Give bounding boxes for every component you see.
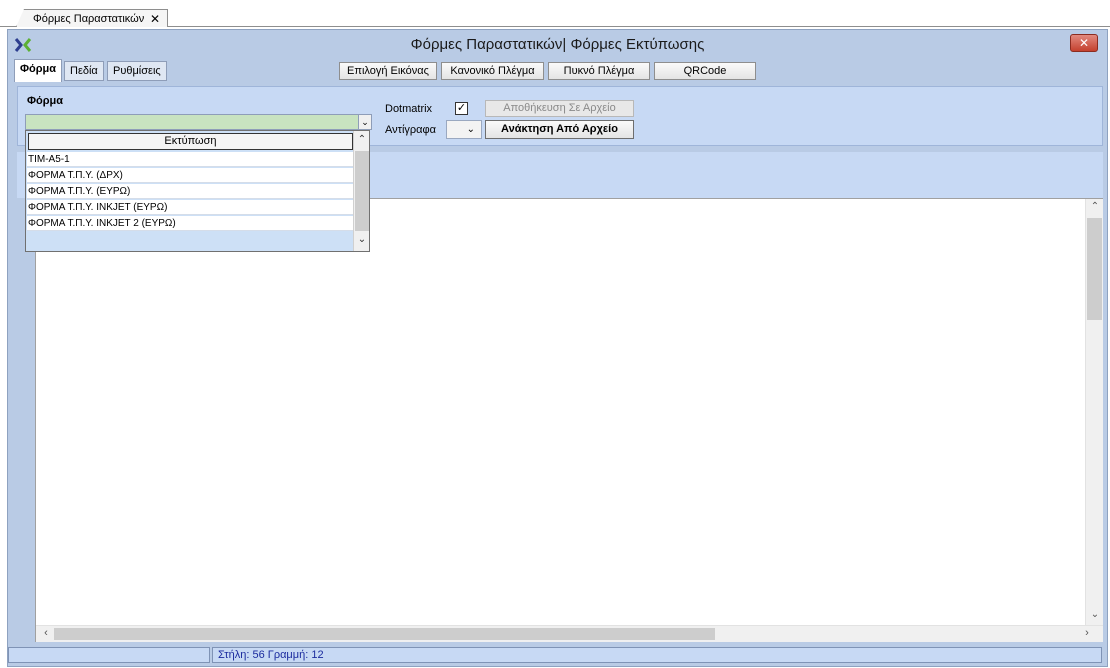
vertical-scroll-thumb[interactable] — [1087, 218, 1102, 320]
dropdown-scroll-thumb[interactable] — [355, 151, 369, 231]
window-title: Φόρμες Παραστατικών| Φόρμες Εκτύπωσης — [410, 36, 705, 53]
vertical-scrollbar[interactable]: ⌃ ⌄ — [1085, 199, 1103, 625]
scroll-up-icon[interactable]: ⌃ — [354, 134, 370, 145]
scroll-up-icon[interactable]: ⌃ — [1086, 201, 1104, 215]
chevron-down-icon[interactable]: ⌄ — [358, 114, 372, 130]
dotmatrix-checkbox[interactable]: ✓ — [455, 102, 468, 115]
scroll-right-icon[interactable]: › — [1080, 627, 1094, 641]
save-to-file-button[interactable]: Αποθήκευση Σε Αρχείο — [485, 100, 634, 117]
forma-combobox[interactable] — [25, 114, 365, 130]
normal-grid-button[interactable]: Κανονικό Πλέγμα — [441, 62, 544, 80]
horizontal-scrollbar[interactable]: ‹ › — [36, 625, 1103, 642]
status-cell-empty — [8, 647, 210, 663]
list-item[interactable]: ΦΟΡΜΑ Τ.Π.Υ. (ΔΡΧ) — [27, 168, 354, 183]
status-cursor-position: Στήλη: 56 Γραμμή: 12 — [212, 647, 1102, 663]
tab-pedia[interactable]: Πεδία — [64, 61, 104, 81]
qrcode-button[interactable]: QRCode — [654, 62, 756, 80]
list-item[interactable]: ΦΟΡΜΑ Τ.Π.Υ. INKJET (ΕΥΡΩ) — [27, 200, 354, 215]
close-window-button[interactable]: ✕ — [1070, 34, 1098, 52]
dotmatrix-label: Dotmatrix — [385, 103, 433, 115]
close-tab-icon[interactable]: ✕ — [147, 12, 163, 26]
load-from-file-button[interactable]: Ανάκτηση Από Αρχείο — [485, 120, 634, 139]
choose-image-button[interactable]: Επιλογή Εικόνας — [339, 62, 437, 80]
tab-rythmiseis[interactable]: Ρυθμίσεις — [107, 61, 167, 81]
status-bar: Στήλη: 56 Γραμμή: 12 — [8, 646, 1107, 666]
list-item[interactable]: ΦΟΡΜΑ Τ.Π.Υ. (ΕΥΡΩ) — [27, 184, 354, 199]
document-tab[interactable]: Φόρμες Παραστατικών ✕ — [16, 9, 168, 27]
list-item[interactable]: TIM-A5-1 — [27, 152, 354, 167]
copies-label: Αντίγραφα — [385, 124, 437, 136]
form-editor-canvas[interactable]: ⌃ ⌄ ‹ › — [35, 198, 1103, 642]
tab-forma[interactable]: Φόρμα — [14, 59, 63, 82]
copies-select[interactable]: ⌄ — [446, 120, 482, 139]
forma-dropdown-list[interactable]: Εκτύπωση TIM-A5-1 ΦΟΡΜΑ Τ.Π.Υ. (ΔΡΧ) ΦΟΡ… — [25, 130, 370, 252]
dense-grid-button[interactable]: Πυκνό Πλέγμα — [548, 62, 650, 80]
dropdown-scrollbar[interactable]: ⌃ ⌄ — [353, 131, 369, 251]
form-designer-window: Φόρμες Παραστατικών| Φόρμες Εκτύπωσης ✕ … — [7, 29, 1108, 667]
dropdown-header: Εκτύπωση — [28, 133, 353, 150]
scroll-down-icon[interactable]: ⌄ — [354, 234, 370, 245]
title-bar: Φόρμες Παραστατικών| Φόρμες Εκτύπωσης ✕ — [8, 30, 1107, 60]
scroll-left-icon[interactable]: ‹ — [39, 627, 53, 641]
forma-label: Φόρμα — [27, 95, 64, 107]
list-item[interactable]: ΦΟΡΜΑ Τ.Π.Υ. INKJET 2 (ΕΥΡΩ) — [27, 216, 354, 231]
scroll-down-icon[interactable]: ⌄ — [1086, 609, 1104, 623]
document-tab-label: Φόρμες Παραστατικών — [33, 12, 145, 25]
horizontal-scroll-thumb[interactable] — [54, 628, 715, 640]
